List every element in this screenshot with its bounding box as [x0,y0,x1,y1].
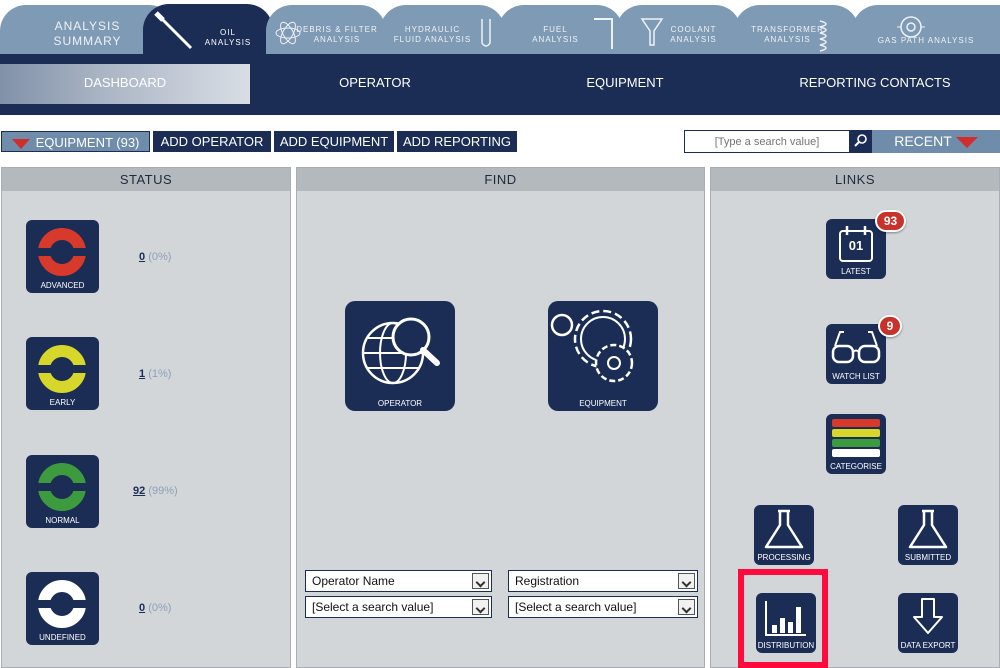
tile-label: EQUIPMENT [579,399,627,408]
tab-label: ANALYSIS [670,35,717,44]
globe-search-icon [361,317,440,385]
operator-value-select[interactable]: [Select a search value] [305,596,492,618]
chevron-down-icon[interactable] [472,599,489,615]
tab-label: ANALYSIS [764,35,811,44]
select-value: [Select a search value] [515,600,637,614]
status-panel-title: STATUS [2,168,290,191]
tab-label: DEBRIS & FILTER [296,25,378,34]
watch-list-tile[interactable]: WATCH LIST [826,324,886,384]
select-value: Operator Name [312,574,395,588]
tile-label: LATEST [841,267,871,276]
tile-label: PROCESSING [757,553,811,562]
status-count-link[interactable]: 0 [139,602,145,614]
equipment-field-select[interactable]: Registration [508,570,698,592]
tile-label: DATA EXPORT [900,641,956,650]
caret-down-icon [11,138,30,149]
nav-equipment[interactable]: EQUIPMENT [500,64,750,104]
status-advanced-tile[interactable]: ADVANCED [26,220,99,293]
tab-coolant-analysis[interactable]: COOLANT ANALYSIS [616,5,741,54]
operator-field-select[interactable]: Operator Name [305,570,492,592]
tile-label: ADVANCED [40,281,85,290]
tab-gas-path-analysis[interactable]: GAS PATH ANALYSIS [852,5,1000,54]
tile-label: SUBMITTED [904,553,952,562]
caret-down-icon [955,136,978,148]
search-icon [854,134,867,147]
find-panel: FIND OPERATOR EQUIPMENT Operator Name [S… [296,167,705,668]
status-undefined-tile[interactable]: UNDEFINED [26,572,99,645]
add-equipment-button[interactable]: ADD EQUIPMENT [274,131,394,152]
tab-label: ANALYSIS [313,35,361,44]
watch-list-count-badge: 9 [878,315,902,337]
find-operator-tile[interactable]: OPERATOR [345,301,455,411]
tab-label: FUEL [543,25,568,34]
nav-operator[interactable]: OPERATOR [250,64,500,104]
status-early-stat: 1 (1%) [139,368,171,380]
tile-label: CATEGORISE [830,462,882,471]
status-percent: (0%) [148,602,172,614]
nav-reporting-contacts[interactable]: REPORTING CONTACTS [750,64,1000,104]
select-value: Registration [515,574,580,588]
tab-label: FLUID ANALYSIS [393,35,472,44]
equipment-dropdown-button[interactable]: EQUIPMENT (93) [1,131,150,152]
tile-label: EARLY [49,398,76,407]
recent-label: RECENT [894,133,952,149]
categorise-tile[interactable]: CATEGORISE [826,414,886,474]
status-normal-stat: 92 (99%) [133,485,178,497]
equipment-count-label: EQUIPMENT (93) [35,135,140,150]
find-panel-title: FIND [297,168,704,191]
chevron-down-icon[interactable] [678,573,695,589]
distribution-highlight-box [738,569,828,668]
search-input[interactable] [684,130,850,153]
tab-transformer-analysis[interactable]: TRANSFORMER ANALYSIS [734,5,859,54]
status-panel: STATUS ADVANCED 0 (0%) EARLY 1 (1%) NORM… [1,167,291,668]
add-operator-button[interactable]: ADD OPERATOR [153,131,271,152]
submitted-tile[interactable]: SUBMITTED [898,505,958,565]
status-percent: (0%) [148,251,172,263]
recent-dropdown-button[interactable]: RECENT [872,130,1000,153]
nav-dashboard[interactable]: DASHBOARD [0,64,250,104]
search-button[interactable] [849,130,872,153]
tile-label: NORMAL [45,516,80,525]
latest-count-badge: 93 [875,210,906,232]
main-nav: DASHBOARD OPERATOR EQUIPMENT REPORTING C… [0,54,1000,115]
chevron-down-icon[interactable] [472,573,489,589]
calendar-day: 01 [848,238,864,253]
tab-fuel-analysis[interactable]: FUEL ANALYSIS [498,5,623,54]
tab-label: ANALYSIS [204,38,252,47]
tab-label: HYDRAULIC [404,25,461,34]
tab-label: ANALYSIS [532,35,579,44]
add-reporting-button[interactable]: ADD REPORTING [397,131,517,152]
status-percent: (1%) [148,368,172,380]
tab-label: GAS PATH ANALYSIS [877,36,975,45]
find-equipment-tile[interactable]: EQUIPMENT [548,301,658,411]
tab-oil-analysis[interactable]: OIL ANALYSIS [143,4,273,57]
tab-hydraulic-fluid-analysis[interactable]: HYDRAULIC FLUID ANALYSIS [380,5,505,54]
data-export-tile[interactable]: DATA EXPORT [898,593,958,653]
tile-label: UNDEFINED [39,633,86,642]
links-panel-title: LINKS [711,168,999,191]
processing-tile[interactable]: PROCESSING [754,505,814,565]
select-value: [Select a search value] [312,600,434,614]
status-normal-tile[interactable]: NORMAL [26,455,99,528]
tab-label: TRANSFORMER [751,25,824,34]
tab-label: OIL [220,28,236,37]
equipment-value-select[interactable]: [Select a search value] [508,596,698,618]
analysis-tab-bar: ANALYSIS SUMMARY OIL ANALYSIS DEBRIS & F… [0,0,1000,57]
status-percent: (99%) [148,485,178,497]
tile-label: WATCH LIST [832,372,880,381]
status-early-tile[interactable]: EARLY [26,337,99,410]
chevron-down-icon[interactable] [678,599,695,615]
status-count-link[interactable]: 92 [133,485,145,497]
status-undefined-stat: 0 (0%) [139,602,171,614]
gears-icon [550,309,634,383]
tab-debris-filter-analysis[interactable]: DEBRIS & FILTER ANALYSIS [266,5,386,54]
status-advanced-stat: 0 (0%) [139,251,171,263]
status-count-link[interactable]: 1 [139,368,145,380]
tab-label: COOLANT [670,25,717,34]
tile-label: OPERATOR [377,399,423,408]
status-count-link[interactable]: 0 [139,251,145,263]
